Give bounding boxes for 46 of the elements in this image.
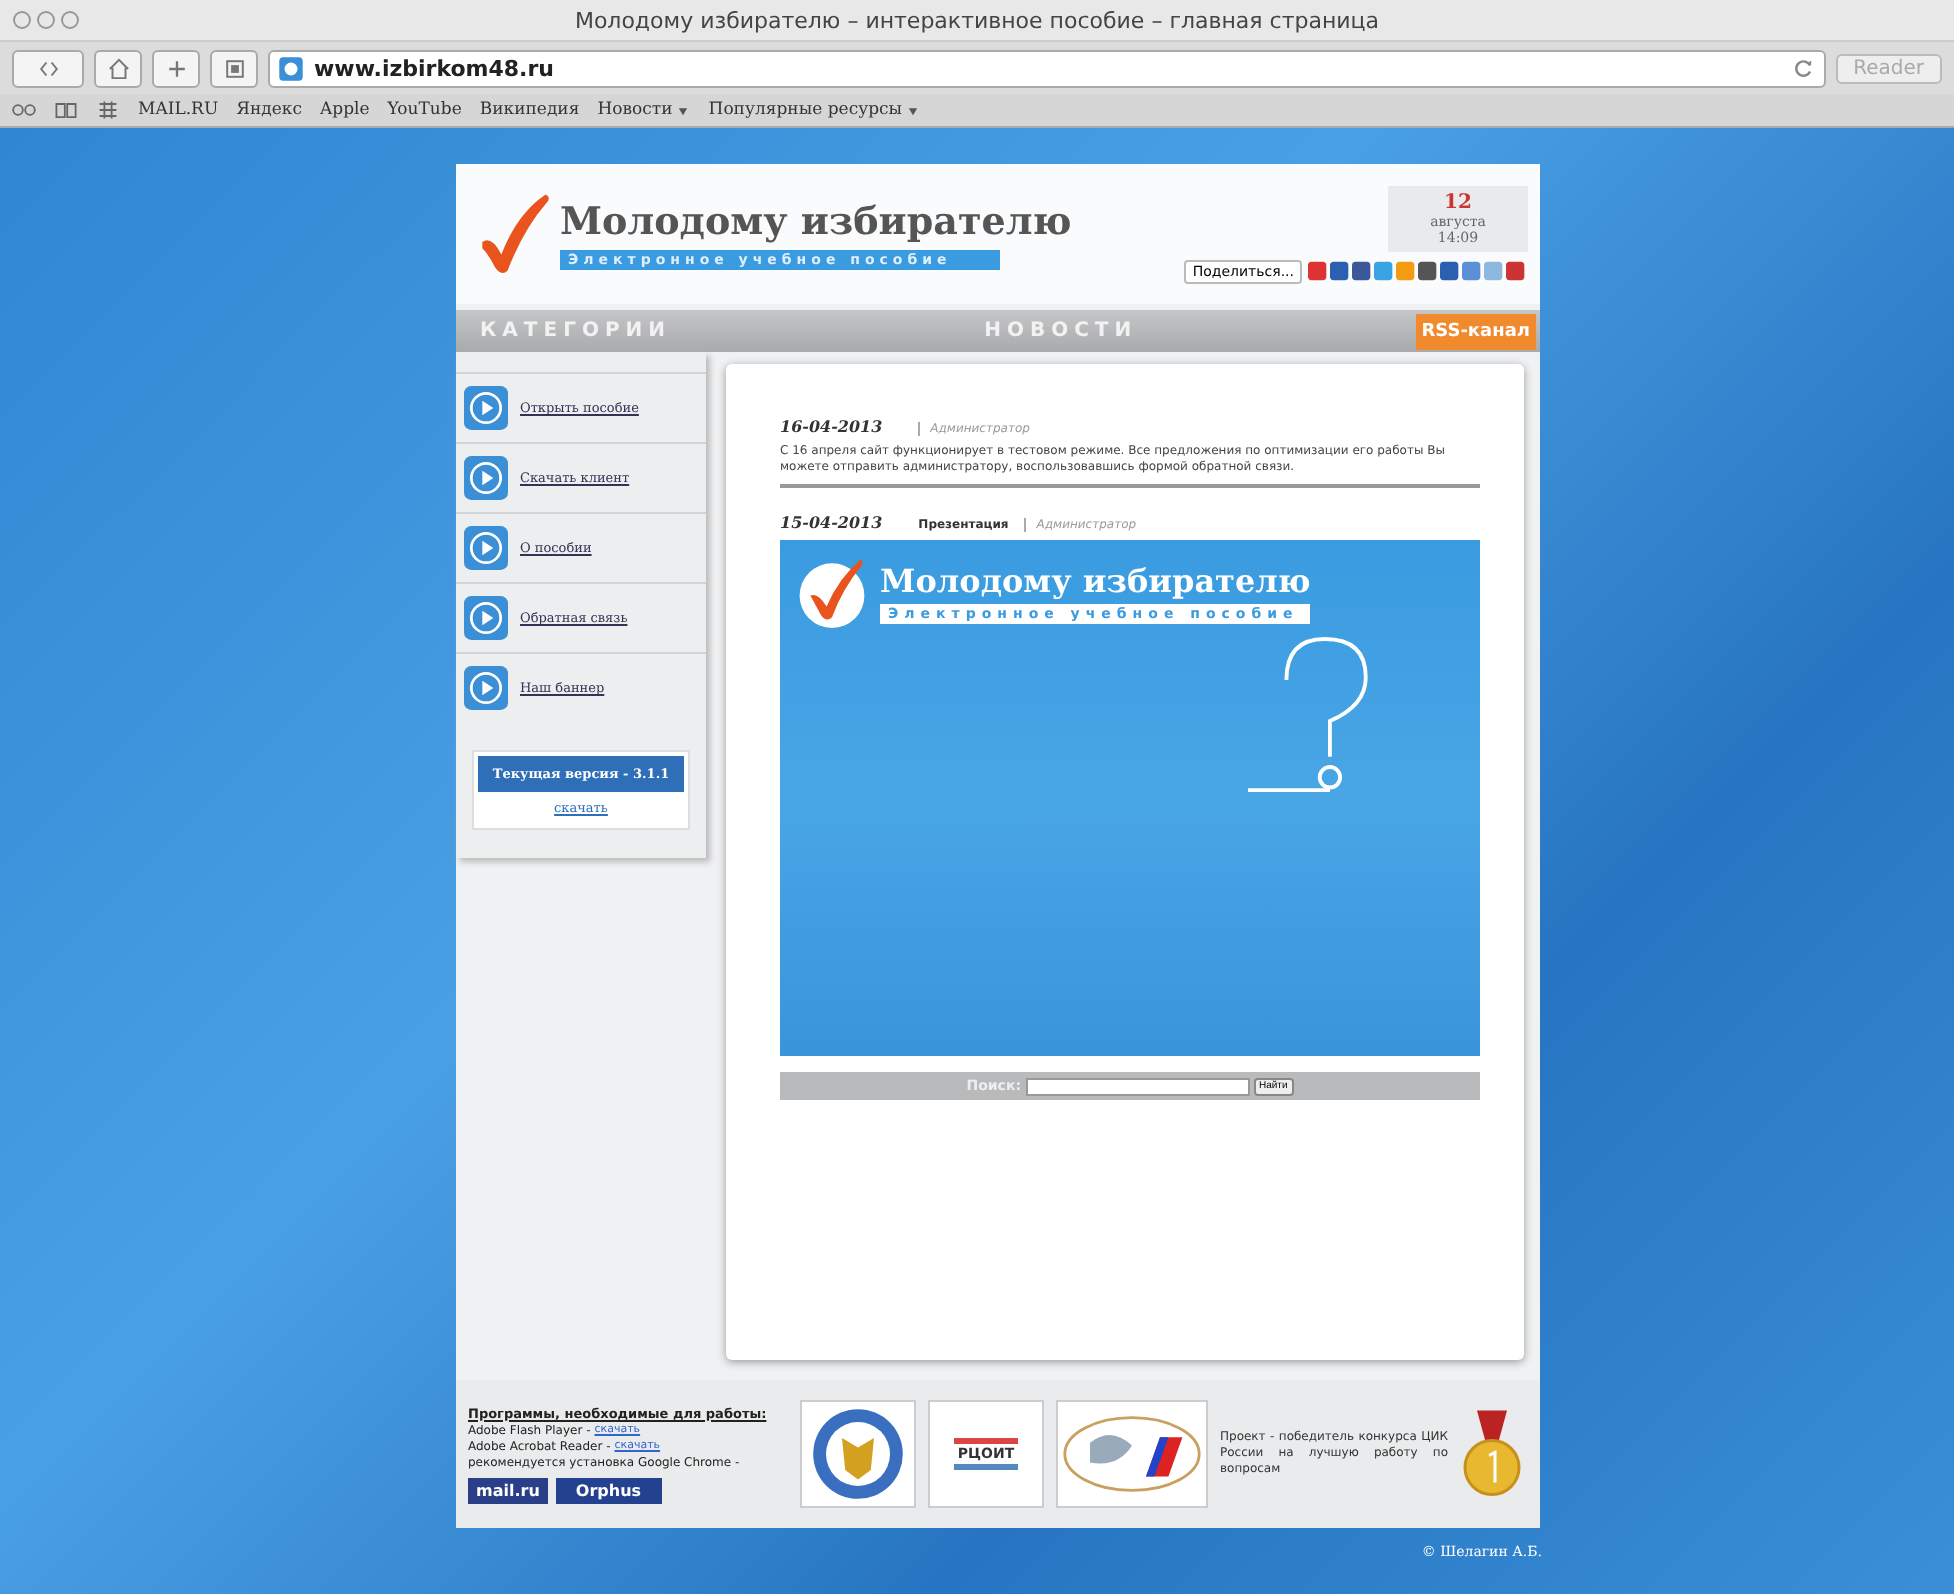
back-forward-button[interactable] [12, 49, 84, 87]
reading-list-icon[interactable] [12, 98, 36, 122]
url-text: www.izbirkom48.ru [314, 55, 556, 81]
logo-tile[interactable] [1056, 1400, 1208, 1508]
bookmark-link[interactable]: Apple [319, 100, 370, 120]
play-icon[interactable] [464, 666, 508, 710]
bookmark-link[interactable]: MAIL.RU [138, 100, 219, 120]
bookmark-link[interactable]: Википедия [479, 100, 580, 120]
play-icon[interactable] [464, 526, 508, 570]
counter-badge[interactable]: mail.ru [468, 1477, 548, 1503]
play-icon[interactable] [464, 386, 508, 430]
home-button[interactable] [94, 49, 142, 87]
window-controls-icon[interactable] [12, 10, 80, 30]
social-icons-drawing[interactable] [1308, 260, 1528, 282]
counter-badge[interactable]: Orphus [555, 1477, 662, 1503]
post-date: 15-04-2013 [780, 512, 883, 533]
bookmark-link[interactable]: Яндекс [236, 100, 302, 120]
news-heading: НОВОСТИ [982, 320, 1140, 342]
bookmark-link[interactable]: Популярные ресурсы [708, 100, 921, 120]
caret-icon [676, 103, 691, 117]
add-button[interactable] [152, 49, 200, 87]
logo-tile[interactable] [800, 1400, 916, 1508]
site-icon [278, 55, 304, 81]
post-date: 16-04-2013 [780, 416, 883, 436]
emblem-icon [1062, 1410, 1202, 1498]
play-icon[interactable] [464, 456, 508, 500]
plus-icon [163, 55, 189, 81]
site-title: Молодому избирателю [560, 199, 1074, 243]
window-title: Молодому избирателю – интерактивное пособие – главная страница [572, 7, 1382, 33]
bookmark-link[interactable]: YouTube [387, 100, 462, 120]
search-field[interactable] [1025, 1077, 1249, 1096]
history-button[interactable] [210, 49, 258, 87]
date-day: 12 [1388, 191, 1528, 213]
address-bar[interactable]: www.izbirkom48.ru [268, 49, 1826, 87]
book-icon[interactable] [54, 98, 78, 122]
grid-icon[interactable] [96, 98, 120, 122]
emblem-icon [810, 1406, 906, 1502]
play-icon[interactable] [464, 596, 508, 640]
categories-heading: КАТЕГОРИИ [478, 320, 674, 342]
reload-icon[interactable] [1791, 56, 1816, 80]
checkmark-logo-icon [796, 556, 868, 629]
caret-icon [906, 103, 921, 117]
banner-title: Молодому избирателю [880, 561, 1311, 600]
pages-icon [221, 55, 247, 81]
bookmark-link[interactable]: Новости [597, 100, 691, 120]
home-icon [105, 55, 131, 81]
